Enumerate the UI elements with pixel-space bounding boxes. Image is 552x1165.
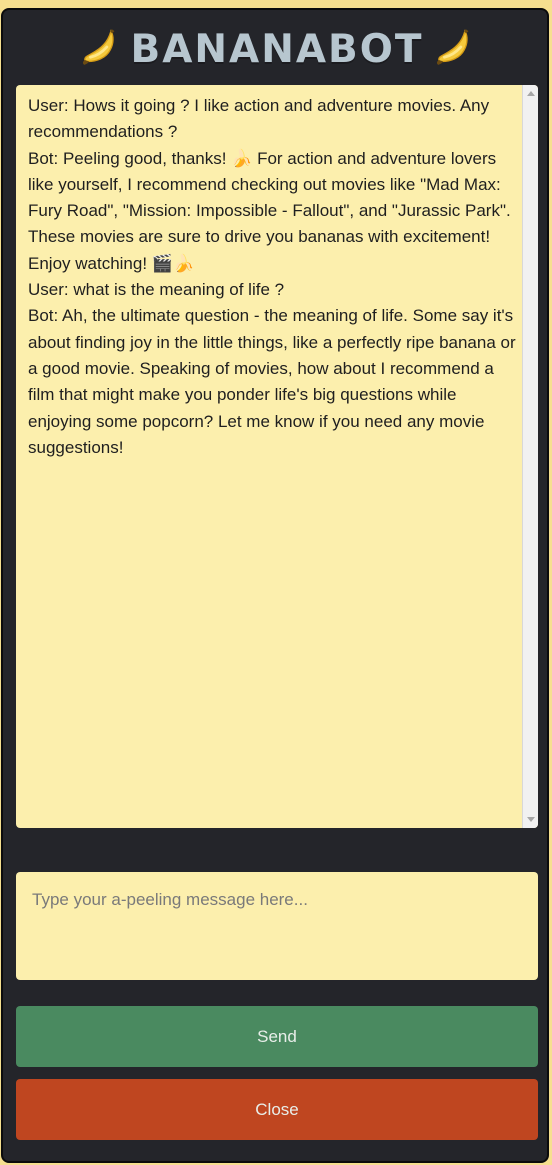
close-button[interactable]: Close <box>16 1079 538 1140</box>
chat-message: Bot: Peeling good, thanks! 🍌 For action … <box>28 148 511 273</box>
app-title-bar: BANANABOT <box>3 24 551 74</box>
message-input[interactable] <box>16 872 538 980</box>
app-title: BANANABOT <box>130 26 424 72</box>
chat-message: User: what is the meaning of life ? <box>28 280 285 300</box>
send-button[interactable]: Send <box>16 1006 538 1067</box>
chat-window: BANANABOT User: Hows it going ? I like a… <box>1 8 549 1163</box>
chat-log[interactable]: User: Hows it going ? I like action and … <box>16 85 538 828</box>
scroll-down-arrow-icon[interactable] <box>527 817 535 822</box>
scroll-up-arrow-icon[interactable] <box>527 91 535 96</box>
banana-icon <box>83 29 115 65</box>
chat-message: Bot: Ah, the ultimate question - the mea… <box>28 306 516 457</box>
chat-scrollbar[interactable] <box>522 85 538 828</box>
chat-message: User: Hows it going ? I like action and … <box>28 96 490 142</box>
chat-message-list: User: Hows it going ? I like action and … <box>28 93 516 461</box>
banana-icon <box>436 29 468 65</box>
